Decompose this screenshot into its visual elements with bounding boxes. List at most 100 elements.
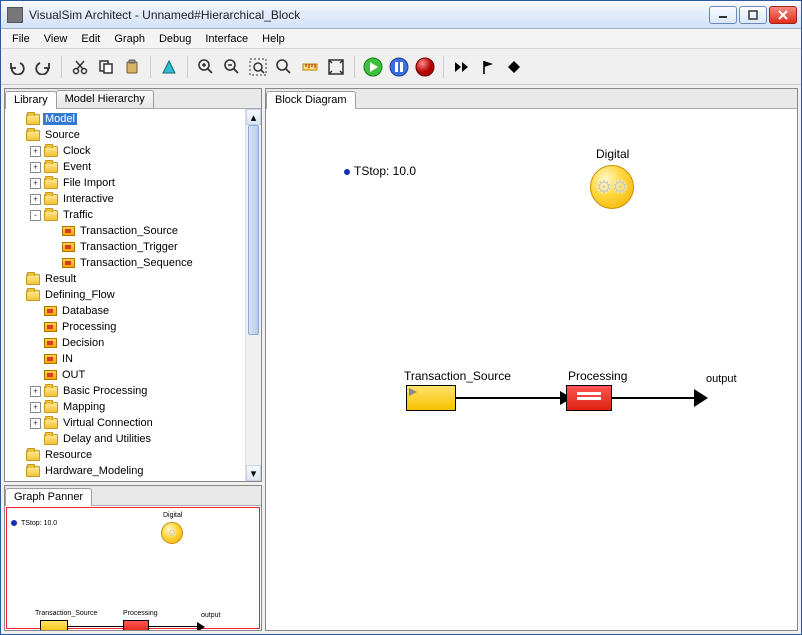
tree-label: OUT <box>60 369 87 381</box>
tree-node[interactable]: Transaction_Source <box>5 223 261 239</box>
expander-spacer <box>12 130 23 141</box>
tree-node[interactable]: + File Import <box>5 175 261 191</box>
expand-icon[interactable]: + <box>30 146 41 157</box>
panner-src-node <box>40 620 68 630</box>
tree-node[interactable]: +Clock <box>5 143 261 159</box>
zoom-in-button[interactable] <box>194 55 218 79</box>
paste-button[interactable] <box>120 55 144 79</box>
menu-debug[interactable]: Debug <box>152 31 198 47</box>
menu-view[interactable]: View <box>37 31 75 47</box>
redo-button[interactable] <box>31 55 55 79</box>
tree-scrollbar[interactable]: ▴ ▾ <box>245 109 261 481</box>
block-diagram-canvas[interactable]: TStop: 10.0 Digital ⚙⚙ Transaction_Sourc… <box>266 109 797 630</box>
fit-button[interactable] <box>324 55 348 79</box>
folder-icon <box>44 402 58 413</box>
tree-node[interactable]: + Basic Processing <box>5 383 261 399</box>
port-icon <box>409 388 419 398</box>
block-icon <box>44 322 57 332</box>
tab-model-hierarchy[interactable]: Model Hierarchy <box>56 90 154 108</box>
expander-spacer <box>30 354 41 365</box>
tree-node[interactable]: Decision <box>5 335 261 351</box>
play-button[interactable] <box>361 55 385 79</box>
tree-label: Transaction_Trigger <box>78 241 180 253</box>
tab-library[interactable]: Library <box>5 91 57 109</box>
panner-canvas[interactable]: TStop: 10.0 Digital ⚙ Transaction_Source… <box>5 506 261 630</box>
folder-icon <box>26 466 40 477</box>
expander-spacer <box>30 306 41 317</box>
collapse-icon[interactable]: - <box>30 210 41 221</box>
tree-label: Decision <box>60 337 106 349</box>
tree-node[interactable]: Delay and Utilities <box>5 431 261 447</box>
tab-block-diagram[interactable]: Block Diagram <box>266 91 356 109</box>
cut-button[interactable] <box>68 55 92 79</box>
tree-node[interactable]: Processing <box>5 319 261 335</box>
expand-icon[interactable]: + <box>30 386 41 397</box>
tree-node[interactable]: + Event <box>5 159 261 175</box>
flag-icon[interactable] <box>476 55 500 79</box>
expand-icon[interactable]: + <box>30 162 41 173</box>
expand-icon[interactable]: + <box>30 178 41 189</box>
output-port-icon[interactable] <box>694 389 708 407</box>
triangle-icon[interactable] <box>157 55 181 79</box>
tree-label: Mapping <box>61 401 107 413</box>
maximize-button[interactable] <box>739 6 767 24</box>
tstop-label: TStop: 10.0 <box>344 164 416 178</box>
undo-button[interactable] <box>5 55 29 79</box>
tree-node[interactable]: + Mapping <box>5 399 261 415</box>
menu-graph[interactable]: Graph <box>107 31 152 47</box>
tree-node[interactable]: OUT <box>5 367 261 383</box>
menu-help[interactable]: Help <box>255 31 292 47</box>
tree-label: Event <box>61 161 93 173</box>
digital-label: Digital <box>596 147 629 161</box>
diamond-icon[interactable] <box>502 55 526 79</box>
transaction-source-node[interactable] <box>406 385 456 411</box>
tree-node[interactable]: +Virtual Connection <box>5 415 261 431</box>
zoom-region-button[interactable] <box>246 55 270 79</box>
tab-graph-panner[interactable]: Graph Panner <box>5 488 92 506</box>
tree-node[interactable]: Source <box>5 127 261 143</box>
folder-icon <box>26 274 40 285</box>
diagram-panel: Block Diagram TStop: 10.0 Digital ⚙⚙ Tra… <box>265 88 798 631</box>
tree-node[interactable]: Transaction_Sequence <box>5 255 261 271</box>
scroll-down-button[interactable]: ▾ <box>246 465 261 481</box>
tree-node[interactable]: +Interactive <box>5 191 261 207</box>
pause-button[interactable] <box>387 55 411 79</box>
menu-edit[interactable]: Edit <box>74 31 107 47</box>
menu-file[interactable]: File <box>5 31 37 47</box>
expand-icon[interactable]: + <box>30 194 41 205</box>
expand-icon[interactable]: + <box>30 402 41 413</box>
tree-node[interactable]: Model <box>5 111 261 127</box>
step-fwd-button[interactable] <box>450 55 474 79</box>
tree-node[interactable]: IN <box>5 351 261 367</box>
menu-interface[interactable]: Interface <box>198 31 255 47</box>
expander-spacer <box>30 370 41 381</box>
wire-proc-out[interactable] <box>612 397 698 399</box>
stop-button[interactable] <box>413 55 437 79</box>
folder-icon <box>44 178 58 189</box>
tree-label: File Import <box>61 177 117 189</box>
library-tree[interactable]: ModelSource+Clock+Event+File Import+Inte… <box>5 109 261 481</box>
tree-node[interactable]: Hardware_Modeling <box>5 463 261 479</box>
tree-node[interactable]: Transaction_Trigger <box>5 239 261 255</box>
tree-node[interactable]: Resource <box>5 447 261 463</box>
folder-icon <box>44 194 58 205</box>
zoom-out-button[interactable] <box>220 55 244 79</box>
tree-label: Hardware_Modeling <box>43 465 145 477</box>
tree-label: Basic Processing <box>61 385 149 397</box>
copy-button[interactable] <box>94 55 118 79</box>
minimize-button[interactable] <box>709 6 737 24</box>
scroll-thumb[interactable] <box>248 125 259 335</box>
tree-node[interactable]: -Traffic <box>5 207 261 223</box>
scroll-up-button[interactable]: ▴ <box>246 109 261 125</box>
zoom-reset-button[interactable] <box>272 55 296 79</box>
panner-wire-2 <box>149 626 197 627</box>
tree-node[interactable]: Defining_Flow <box>5 287 261 303</box>
processing-node[interactable] <box>566 385 612 411</box>
close-button[interactable] <box>769 6 797 24</box>
ruler-button[interactable] <box>298 55 322 79</box>
tree-node[interactable]: Result <box>5 271 261 287</box>
digital-director-icon[interactable]: ⚙⚙ <box>590 165 634 209</box>
expand-icon[interactable]: + <box>30 418 41 429</box>
wire-src-proc[interactable] <box>456 397 566 399</box>
tree-node[interactable]: Database <box>5 303 261 319</box>
